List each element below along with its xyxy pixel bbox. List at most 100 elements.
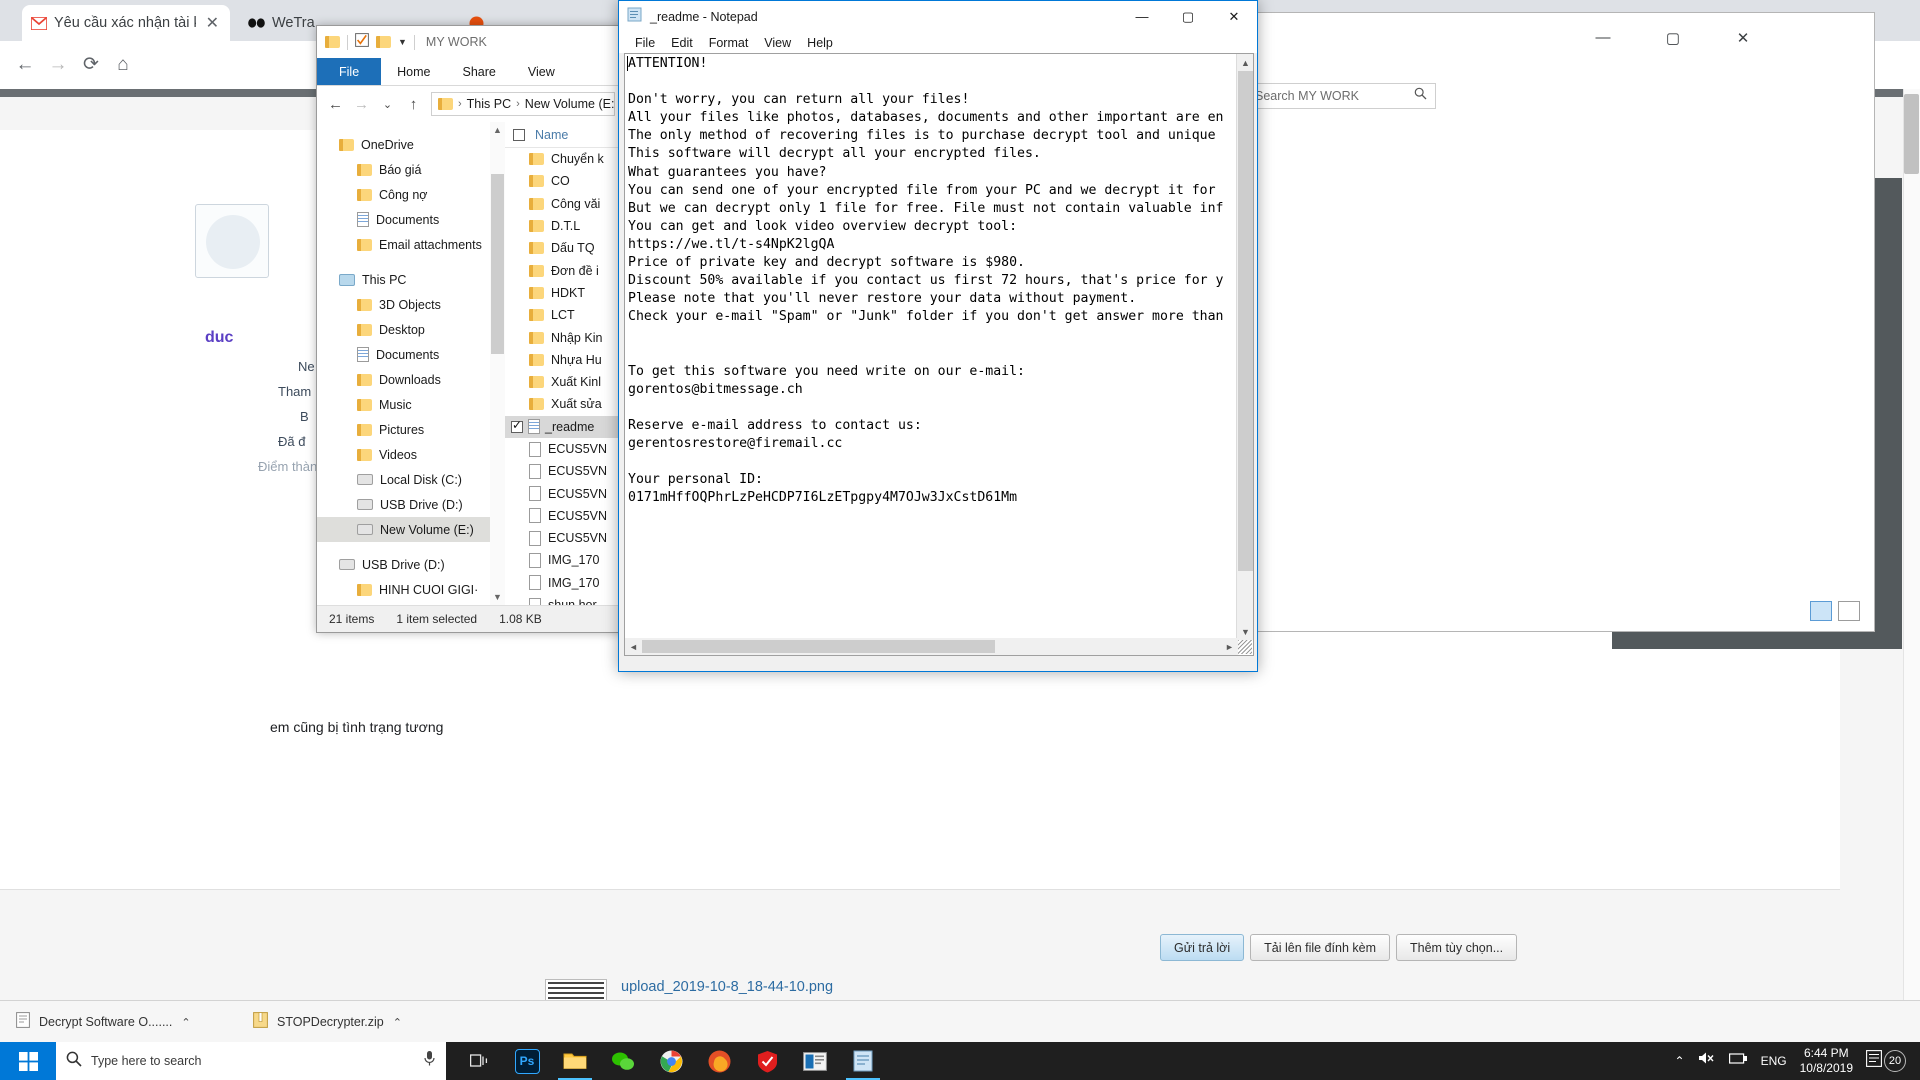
file-list-item[interactable]: Nhập Kin <box>505 326 625 348</box>
file-explorer-icon[interactable] <box>552 1042 598 1080</box>
tree-item-email-attachments[interactable]: Email attachments <box>317 232 505 257</box>
tab-home[interactable]: Home <box>381 58 446 85</box>
tab-file[interactable]: File <box>317 58 382 85</box>
scrollbar-thumb[interactable] <box>491 174 504 354</box>
firefox-icon[interactable] <box>696 1042 742 1080</box>
file-list-item[interactable]: HDKT <box>505 282 625 304</box>
network-icon[interactable] <box>1728 1051 1748 1071</box>
file-list-item[interactable]: CO <box>505 170 625 192</box>
tree-item-cong-no[interactable]: Công nợ <box>317 182 505 207</box>
notification-count-badge[interactable]: 20 <box>1884 1050 1906 1072</box>
file-list-item[interactable]: Xuất Kinl <box>505 371 625 393</box>
large-icons-view-icon[interactable] <box>1838 601 1860 621</box>
breadcrumb-this-pc[interactable]: This PC <box>467 97 511 111</box>
tree-item-onedrive[interactable]: OneDrive <box>317 132 505 157</box>
task-view-icon[interactable] <box>456 1042 502 1080</box>
wechat-icon[interactable] <box>600 1042 646 1080</box>
tab-share[interactable]: Share <box>447 58 512 85</box>
tree-item-hinh-cuoi-gigi[interactable]: HINH CUOI GIGI· <box>317 577 505 602</box>
more-options-button[interactable]: Thêm tùy chọn... <box>1396 934 1518 961</box>
file-list-item[interactable]: Xuất sửa <box>505 393 625 415</box>
breadcrumb[interactable]: › This PC › New Volume (E:) <box>431 92 615 116</box>
tree-item-pictures[interactable]: Pictures <box>317 417 505 442</box>
file-list-item[interactable]: Nhựa Hu <box>505 349 625 371</box>
select-all-checkbox[interactable] <box>513 128 525 141</box>
scrollbar-thumb[interactable] <box>642 640 995 653</box>
forward-icon[interactable]: → <box>353 96 370 113</box>
file-list-item[interactable]: Đơn đề i <box>505 259 625 281</box>
tree-item-usb-drive-d-root[interactable]: USB Drive (D:) <box>317 552 505 577</box>
close-button[interactable]: ✕ <box>1726 29 1760 47</box>
file-list-item[interactable]: ECUS5VN <box>505 527 625 549</box>
chrome-icon[interactable] <box>648 1042 694 1080</box>
attachment-filename[interactable]: upload_2019-10-8_18-44-10.png <box>621 979 833 995</box>
clock[interactable]: 6:44 PM 10/8/2019 <box>1800 1046 1853 1076</box>
menu-format[interactable]: Format <box>701 36 757 50</box>
notepad-horizontal-scrollbar[interactable]: ◄ ► <box>625 638 1238 655</box>
tree-item-local-disk-c[interactable]: Local Disk (C:) <box>317 467 505 492</box>
bg-search-input[interactable]: Search MY WORK <box>1246 83 1436 109</box>
notepad-titlebar[interactable]: _readme - Notepad — ▢ ✕ <box>619 1 1257 32</box>
folder-icon[interactable] <box>376 36 391 48</box>
download-item-0[interactable]: Decrypt Software O....... ⌃ <box>8 1007 199 1037</box>
upload-attachment-button[interactable]: Tải lên file đính kèm <box>1250 934 1391 961</box>
scrollbar-thumb[interactable] <box>1904 94 1919 174</box>
page-vertical-scrollbar[interactable]: ▼ <box>1903 89 1920 1025</box>
notepad-icon[interactable] <box>840 1042 886 1080</box>
file-list-item[interactable]: Công văi <box>505 193 625 215</box>
volume-muted-icon[interactable] <box>1698 1051 1716 1071</box>
scrollbar-thumb[interactable] <box>1238 71 1253 571</box>
submit-reply-button[interactable]: Gửi trả lời <box>1160 934 1245 961</box>
tab-view[interactable]: View <box>512 58 571 85</box>
minimize-button[interactable]: — <box>1119 1 1165 32</box>
tree-item-downloads[interactable]: Downloads <box>317 367 505 392</box>
notepad-vertical-scrollbar[interactable]: ▲ ▼ <box>1236 54 1253 640</box>
tree-item-music[interactable]: Music <box>317 392 505 417</box>
menu-file[interactable]: File <box>627 36 663 50</box>
windows-icon[interactable] <box>0 1042 56 1080</box>
file-list-item[interactable]: ECUS5VN <box>505 505 625 527</box>
tree-item-videos[interactable]: Videos <box>317 442 505 467</box>
scroll-left-arrow-icon[interactable]: ◄ <box>625 638 642 655</box>
chevron-up-icon[interactable]: ⌃ <box>181 1016 190 1029</box>
close-button[interactable]: ✕ <box>1211 1 1257 32</box>
mail-app-icon[interactable] <box>792 1042 838 1080</box>
menu-help[interactable]: Help <box>799 36 841 50</box>
resize-grip[interactable] <box>1238 640 1252 654</box>
maximize-button[interactable]: ▢ <box>1656 29 1690 47</box>
file-checkbox[interactable] <box>511 418 523 433</box>
maximize-button[interactable]: ▢ <box>1165 1 1211 32</box>
post-author[interactable]: duc <box>205 329 233 347</box>
language-indicator[interactable]: ENG <box>1761 1054 1787 1068</box>
minimize-button[interactable]: — <box>1586 29 1620 46</box>
up-icon[interactable]: ↑ <box>405 96 422 113</box>
tree-item-3d-objects[interactable]: 3D Objects <box>317 292 505 317</box>
file-list-item[interactable]: Chuyển k <box>505 148 625 170</box>
file-list-item[interactable]: Dấu TQ <box>505 237 625 259</box>
menu-view[interactable]: View <box>756 36 799 50</box>
tree-item-desktop[interactable]: Desktop <box>317 317 505 342</box>
menu-edit[interactable]: Edit <box>663 36 701 50</box>
tree-item-bao-gia[interactable]: Báo giá <box>317 157 505 182</box>
scroll-right-arrow-icon[interactable]: ► <box>1221 638 1238 655</box>
chevron-up-icon[interactable]: ⌃ <box>1675 1054 1685 1068</box>
action-center-icon[interactable] <box>1866 1050 1882 1072</box>
tree-item-documents-onedrive[interactable]: Documents <box>317 207 505 232</box>
details-view-icon[interactable] <box>1810 601 1832 621</box>
dropdown-icon[interactable]: ▼ <box>398 37 407 47</box>
breadcrumb-new-volume[interactable]: New Volume (E:) <box>525 97 614 111</box>
recent-locations-icon[interactable]: ⌄ <box>379 98 396 111</box>
tree-item-new-volume-e[interactable]: New Volume (E:) <box>317 517 505 542</box>
browser-tab-0[interactable]: Yêu cầu xác nhận tài khoản từ W ✕ <box>22 5 230 41</box>
file-list-item[interactable]: ECUS5VN <box>505 482 625 504</box>
forward-icon[interactable]: → <box>47 55 69 77</box>
tree-item-usb-drive-d[interactable]: USB Drive (D:) <box>317 492 505 517</box>
back-icon[interactable]: ← <box>327 96 344 113</box>
file-list-item[interactable]: ECUS5VN <box>505 460 625 482</box>
chevron-up-icon[interactable]: ⌃ <box>393 1016 402 1029</box>
file-list-item[interactable]: ECUS5VN <box>505 438 625 460</box>
search-input[interactable]: Type here to search <box>56 1042 446 1080</box>
back-icon[interactable]: ← <box>14 55 36 77</box>
checkbox-icon[interactable] <box>355 32 369 52</box>
search-icon[interactable] <box>1414 87 1427 105</box>
